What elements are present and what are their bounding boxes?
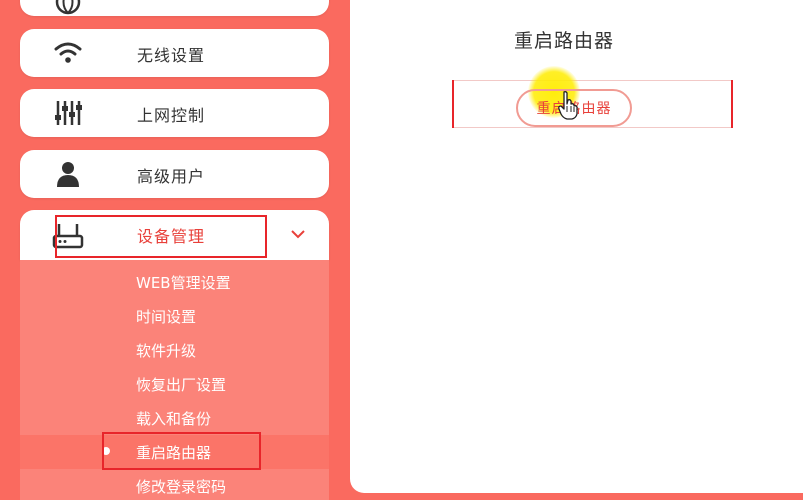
sidebar-item-label: 上网控制 bbox=[137, 106, 206, 125]
sidebar-item-internet-control[interactable]: 上网控制 bbox=[20, 89, 329, 137]
sidebar-item-cropped[interactable] bbox=[20, 0, 329, 16]
submenu-item-time-settings[interactable]: 时间设置 bbox=[136, 306, 196, 327]
frame-right-line bbox=[731, 80, 733, 128]
globe-icon bbox=[55, 0, 81, 15]
chevron-down-icon[interactable] bbox=[288, 224, 308, 244]
main-content: 重启路由器 重启路由器 bbox=[350, 0, 803, 493]
submenu-item-factory-reset[interactable]: 恢复出厂设置 bbox=[136, 374, 226, 395]
sidebar-item-label: 高级用户 bbox=[137, 167, 206, 186]
frame-left-line bbox=[452, 80, 454, 128]
submenu-item-web-management[interactable]: WEB管理设置 bbox=[136, 272, 231, 293]
sidebar-item-wireless-settings[interactable]: 无线设置 bbox=[20, 29, 329, 77]
submenu-item-software-upgrade[interactable]: 软件升级 bbox=[136, 340, 196, 361]
hand-cursor-icon bbox=[558, 91, 578, 120]
frame-bottom-line bbox=[452, 127, 733, 128]
submenu-item-change-login-password[interactable]: 修改登录密码 bbox=[136, 476, 226, 497]
sidebar: 无线设置 上网控制 高级用户 设备管理 WEB管理设置 时间设置 软件升级 恢复… bbox=[0, 0, 350, 500]
submenu-item-load-and-backup[interactable]: 载入和备份 bbox=[136, 408, 211, 429]
wifi-icon bbox=[54, 42, 82, 63]
annotation-box-reboot-router bbox=[102, 432, 261, 470]
sidebar-item-advanced-users[interactable]: 高级用户 bbox=[20, 150, 329, 198]
frame-top-line bbox=[452, 80, 733, 81]
sidebar-item-label: 无线设置 bbox=[137, 46, 206, 65]
user-icon bbox=[57, 162, 79, 187]
page-title: 重启路由器 bbox=[514, 30, 615, 52]
sliders-icon bbox=[55, 101, 82, 125]
annotation-box-device-management bbox=[55, 215, 267, 258]
